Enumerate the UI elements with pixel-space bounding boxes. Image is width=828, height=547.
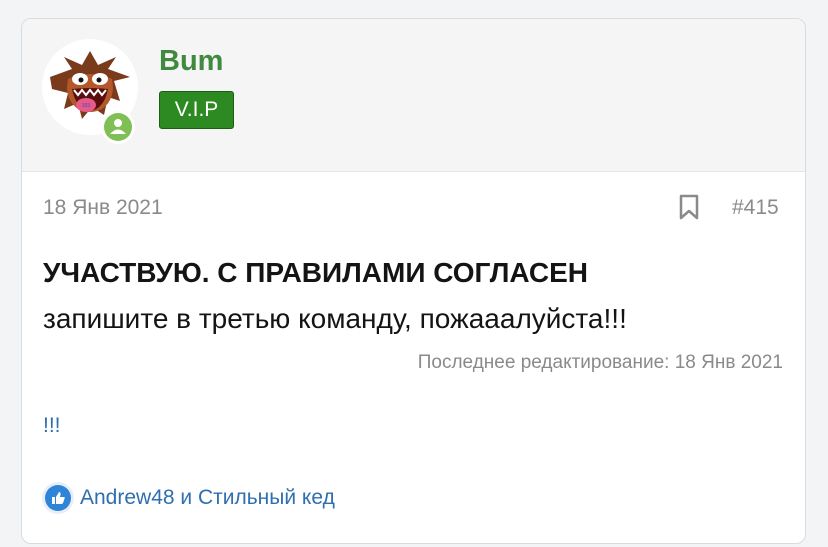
user-online-icon — [110, 119, 126, 134]
post-body-text: запишите в третью команду, пожааалуйста!… — [43, 303, 627, 334]
post-extra-link[interactable]: !!! — [43, 414, 61, 438]
online-status-indicator — [101, 110, 135, 144]
username-link[interactable]: Bum — [159, 45, 223, 78]
post-card: 333 Bum V.I.P 18 Янв 2021 #415 УЧАСТВУЮ.… — [21, 18, 806, 544]
reactions-users-link[interactable]: Andrew48 и Стильный кед — [80, 486, 335, 510]
user-badge-vip: V.I.P — [159, 91, 234, 129]
last-edited-note: Последнее редактирование: 18 Янв 2021 — [417, 352, 783, 373]
post-user-header: 333 Bum V.I.P — [22, 19, 805, 172]
reactions-bar: Andrew48 и Стильный кед — [42, 482, 335, 514]
post-date[interactable]: 18 Янв 2021 — [43, 196, 163, 220]
svg-text:333: 333 — [82, 103, 91, 109]
bookmark-icon[interactable] — [679, 194, 699, 220]
thumbs-up-icon — [42, 482, 74, 514]
post-headline: УЧАСТВУЮ. С ПРАВИЛАМИ СОГЛАСЕН — [43, 257, 589, 288]
post-number-link[interactable]: #415 — [732, 196, 779, 220]
